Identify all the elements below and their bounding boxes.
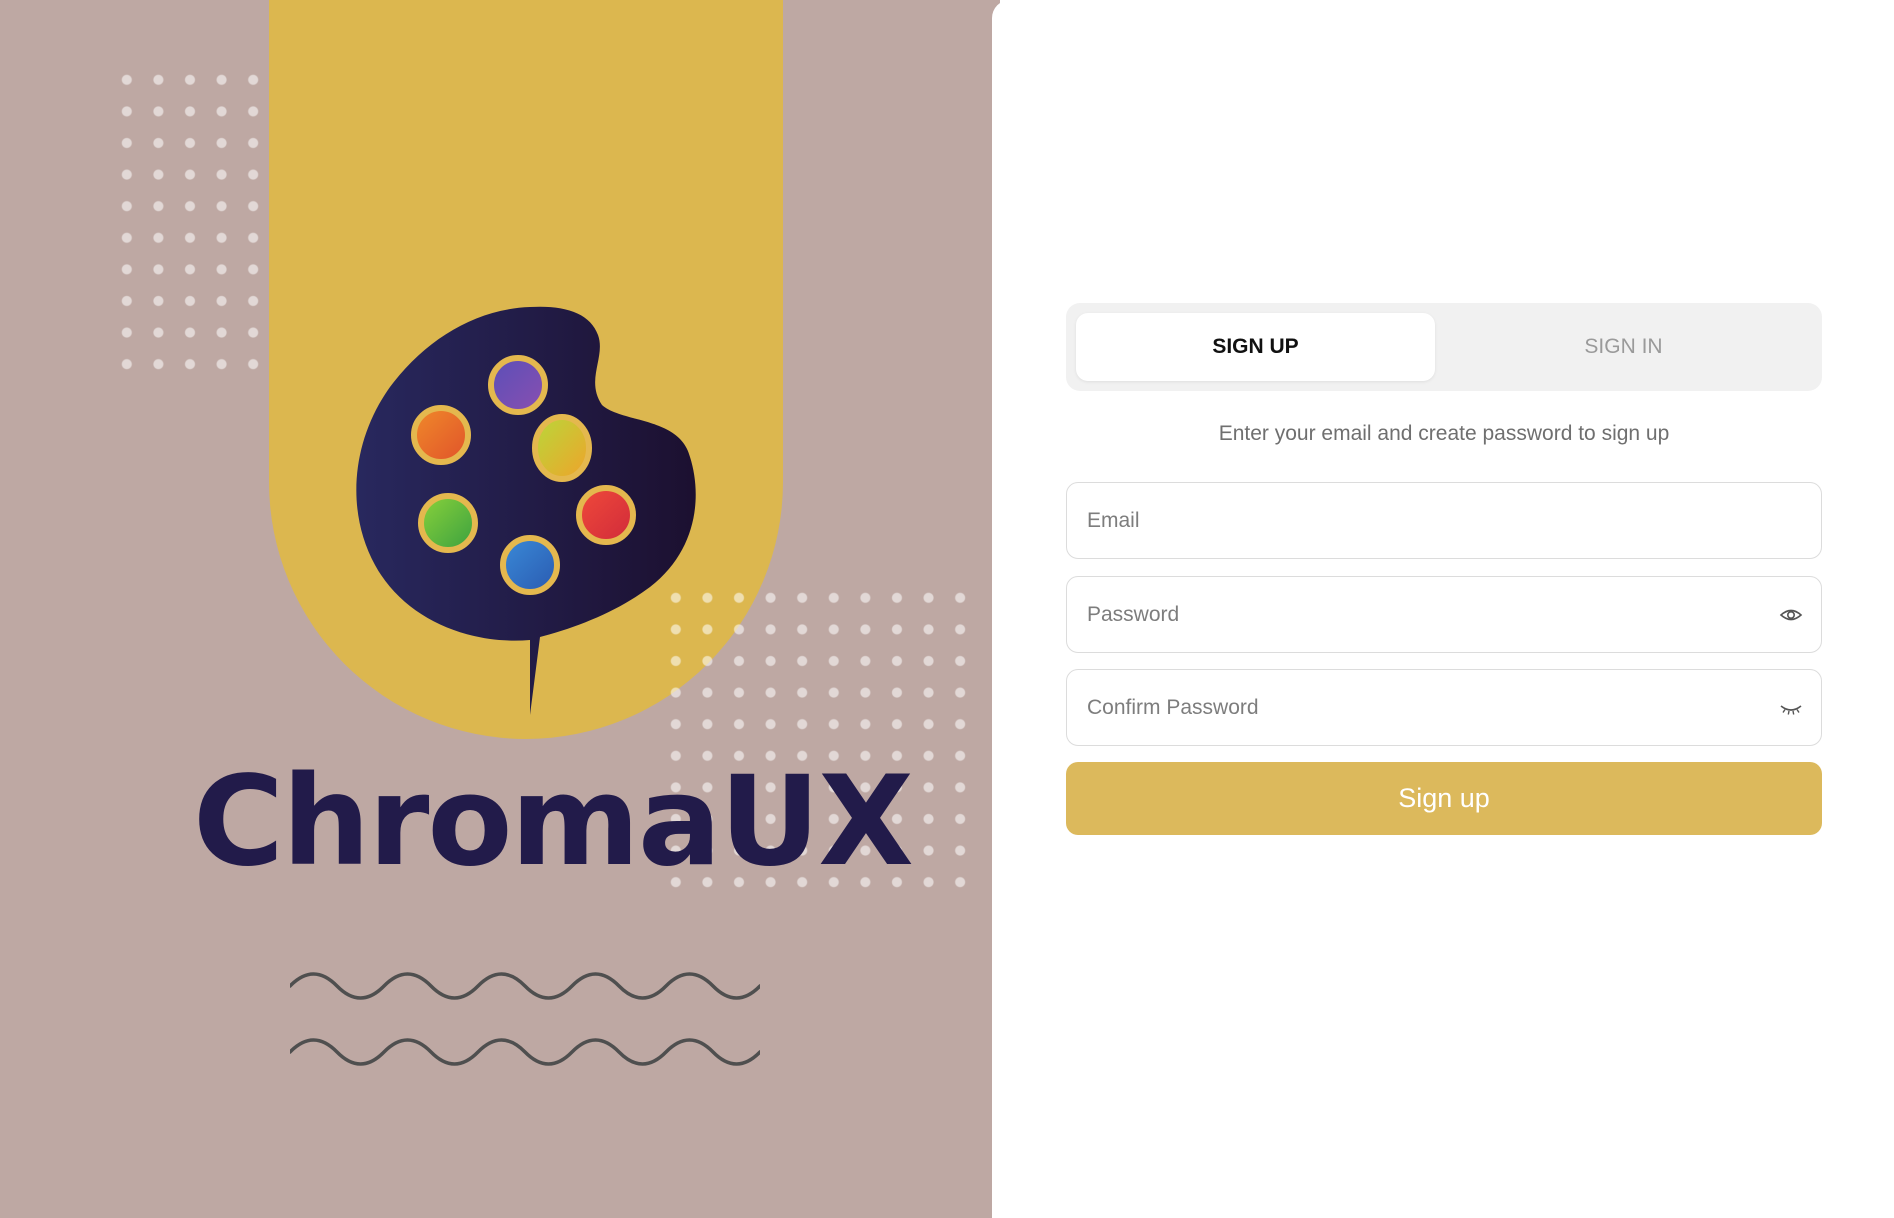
confirm-password-field[interactable] <box>1067 670 1821 745</box>
brand-panel: ChromaUX <box>0 0 1000 1218</box>
wave-decoration <box>290 972 760 1066</box>
eye-closed-icon[interactable] <box>1779 697 1803 719</box>
brand-name: ChromaUX <box>193 750 914 894</box>
email-field[interactable] <box>1067 483 1821 558</box>
signup-page: ChromaUX SIGN UP SIGN IN Enter your emai… <box>0 0 1894 1218</box>
auth-form-panel: SIGN UP SIGN IN Enter your email and cre… <box>992 0 1894 1218</box>
tab-sign-up[interactable]: SIGN UP <box>1076 313 1435 381</box>
sign-up-button[interactable]: Sign up <box>1066 762 1822 835</box>
confirm-password-field-wrapper <box>1066 669 1822 746</box>
password-field[interactable] <box>1067 577 1821 652</box>
form-subtitle: Enter your email and create password to … <box>1218 422 1670 445</box>
tab-sign-in[interactable]: SIGN IN <box>1435 313 1812 381</box>
password-field-wrapper <box>1066 576 1822 653</box>
auth-tabs: SIGN UP SIGN IN <box>1066 303 1822 391</box>
palette-icon <box>356 306 696 715</box>
eye-icon[interactable] <box>1779 604 1803 626</box>
email-field-wrapper <box>1066 482 1822 559</box>
